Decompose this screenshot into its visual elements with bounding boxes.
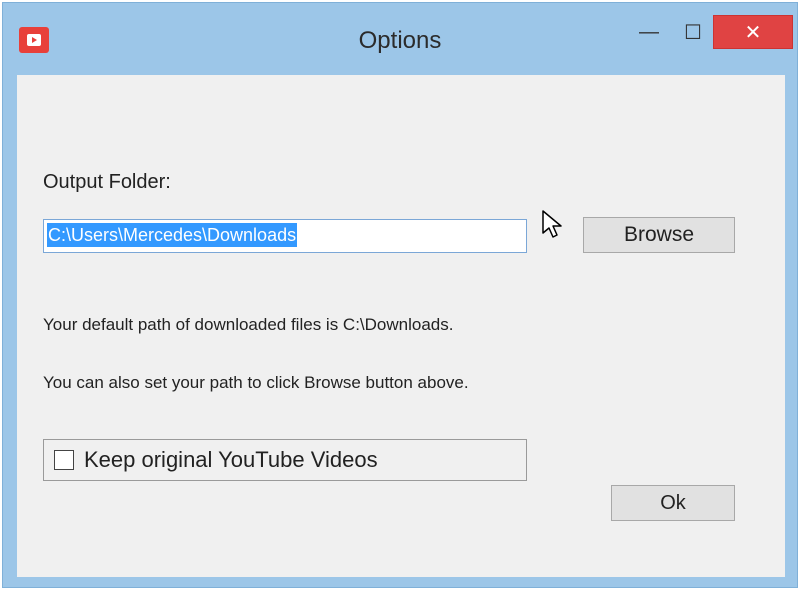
output-folder-label: Output Folder:	[43, 171, 171, 193]
mouse-pointer-icon	[541, 209, 563, 244]
browse-button[interactable]: Browse	[583, 217, 735, 253]
title-bar[interactable]: Options — ☐ ✕	[3, 3, 797, 75]
maximize-button[interactable]: ☐	[675, 17, 711, 47]
ok-button[interactable]: Ok	[611, 485, 735, 521]
options-window: Options — ☐ ✕ Output Folder: C:\Users\Me…	[2, 2, 798, 588]
path-selected-text: C:\Users\Mercedes\Downloads	[47, 223, 298, 247]
close-button[interactable]: ✕	[713, 15, 793, 49]
keep-videos-label: Keep original YouTube Videos	[84, 447, 378, 472]
keep-videos-checkbox[interactable]	[54, 450, 74, 470]
minimize-button[interactable]: —	[629, 17, 669, 47]
dialog-body: Output Folder: C:\Users\Mercedes\Downloa…	[17, 75, 785, 577]
default-path-info: Your default path of downloaded files is…	[43, 315, 454, 334]
output-folder-input[interactable]: C:\Users\Mercedes\Downloads	[43, 219, 527, 253]
keep-videos-option[interactable]: Keep original YouTube Videos	[43, 439, 527, 481]
browse-hint-info: You can also set your path to click Brow…	[43, 373, 469, 392]
